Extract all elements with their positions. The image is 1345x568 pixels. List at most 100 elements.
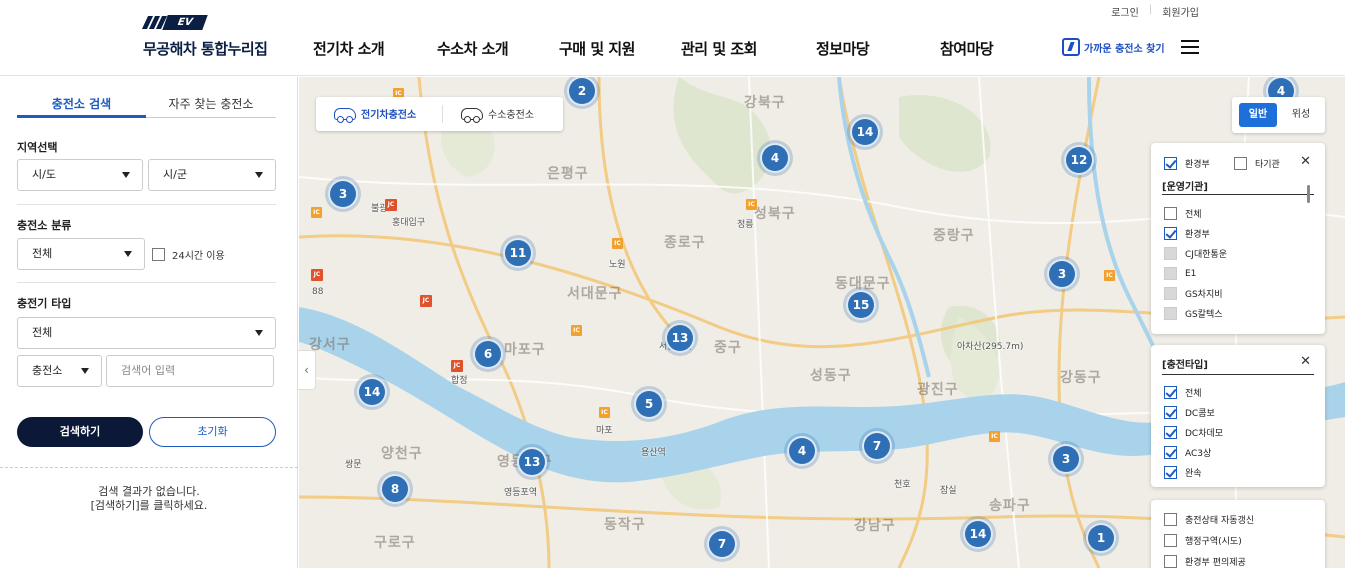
operator-item[interactable]: CJ대한통운 — [1164, 247, 1227, 260]
hamburger-icon[interactable] — [1181, 40, 1199, 54]
charger-type-item[interactable]: AC3상 — [1164, 446, 1211, 459]
checkbox-box[interactable] — [1164, 446, 1177, 459]
option-convenience[interactable]: 환경부 편의제공 — [1164, 555, 1246, 568]
sigun-value: 시/군 — [163, 168, 187, 181]
tab-ev-station-label: 전기차충전소 — [361, 110, 417, 121]
jc-marker: JC — [385, 199, 397, 211]
station-cluster[interactable]: 8 — [380, 474, 410, 504]
option-auto-refresh[interactable]: 충전상태 자동갱신 — [1164, 513, 1254, 526]
checkbox-box[interactable] — [1164, 267, 1177, 280]
station-cluster[interactable]: 13 — [517, 447, 547, 477]
checkbox-box[interactable] — [1164, 287, 1177, 300]
station-cluster[interactable]: 14 — [357, 377, 387, 407]
nearby-station-button[interactable]: 가까운 충전소 찾기 — [1062, 38, 1165, 56]
filter-others[interactable]: 타기관 — [1234, 157, 1280, 170]
station-map[interactable]: 은평구 성북구 종로구 서대문구 중랑구 마포구 동대문구 중구 성동구 광진구… — [299, 77, 1345, 568]
station-cluster[interactable]: 3 — [1047, 259, 1077, 289]
charger-type-item[interactable]: DC콤보 — [1164, 406, 1215, 419]
poi-label: 마포 — [596, 426, 613, 436]
poi-label: 쌍문 — [345, 460, 362, 470]
ic-marker: IC — [1104, 270, 1115, 281]
ic-marker: IC — [989, 431, 1000, 442]
ic-marker: IC — [746, 199, 757, 210]
station-cluster[interactable]: 14 — [963, 519, 993, 549]
operator-item[interactable]: 전체 — [1164, 207, 1202, 220]
close-icon[interactable]: ✕ — [1300, 154, 1311, 169]
tab-station-search[interactable]: 충전소 검색 — [17, 95, 146, 118]
station-cluster[interactable]: 4 — [787, 436, 817, 466]
charger-type-value: 전체 — [32, 326, 53, 339]
tab-ev-station[interactable]: 전기차충전소 — [334, 106, 417, 123]
station-cluster[interactable]: 15 — [846, 290, 876, 320]
checkbox-box[interactable] — [1164, 207, 1177, 220]
charger-type-item-label: 완속 — [1185, 469, 1202, 479]
station-cluster[interactable]: 5 — [634, 389, 664, 419]
map-type-normal[interactable]: 일반 — [1239, 103, 1277, 127]
search-button[interactable]: 검색하기 — [17, 417, 143, 447]
sigun-select[interactable]: 시/군 — [148, 159, 276, 191]
station-cluster[interactable]: 7 — [707, 529, 737, 559]
search-input[interactable]: 검색어 입력 — [106, 355, 274, 387]
jc-marker: JC — [451, 360, 463, 372]
station-cluster[interactable]: 3 — [328, 179, 358, 209]
station-cluster[interactable]: 1 — [1086, 523, 1116, 553]
operator-item[interactable]: 환경부 — [1164, 227, 1210, 240]
map-type-satellite[interactable]: 위성 — [1284, 103, 1318, 127]
nav-info[interactable]: 정보마당 — [816, 38, 870, 59]
nav-purchase[interactable]: 구매 및 지원 — [559, 38, 635, 59]
section-divider — [17, 204, 276, 205]
option-admin-area[interactable]: 행정구역(시도) — [1164, 534, 1242, 547]
login-link[interactable]: 로그인 — [1111, 4, 1139, 19]
nav-h2-intro[interactable]: 수소차 소개 — [437, 38, 509, 59]
poi-label: 잠실 — [940, 486, 957, 496]
charger-type-item[interactable]: 완속 — [1164, 466, 1202, 479]
tab-h2-station[interactable]: 수소충전소 — [461, 106, 534, 123]
checkbox-box[interactable] — [1164, 426, 1177, 439]
checkbox-box[interactable] — [1164, 157, 1177, 170]
charger-type-item[interactable]: DC차데모 — [1164, 426, 1223, 439]
station-cluster[interactable]: 14 — [850, 117, 880, 147]
charging-station-icon — [1062, 38, 1080, 56]
checkbox-box[interactable] — [1164, 555, 1177, 568]
operator-item[interactable]: GS차지비 — [1164, 287, 1223, 300]
station-cluster[interactable]: 6 — [473, 339, 503, 369]
station-cluster[interactable]: 2 — [567, 77, 597, 106]
station-cluster[interactable]: 12 — [1064, 145, 1094, 175]
chevron-left-icon[interactable]: ‹ — [298, 350, 316, 390]
panel-scrollbar[interactable] — [1307, 185, 1310, 203]
station-cluster[interactable]: 4 — [760, 143, 790, 173]
checkbox-box[interactable] — [1164, 513, 1177, 526]
checkbox-box[interactable] — [1164, 227, 1177, 240]
station-cluster[interactable]: 3 — [1051, 444, 1081, 474]
checkbox-box[interactable] — [152, 248, 165, 261]
operator-item[interactable]: E1 — [1164, 267, 1196, 280]
nav-participate[interactable]: 참여마당 — [940, 38, 994, 59]
station-cluster[interactable]: 11 — [503, 238, 533, 268]
sido-select[interactable]: 시/도 — [17, 159, 143, 191]
search-sidebar: 충전소 검색 자주 찾는 충전소 지역선택 시/도 시/군 충전소 분류 전체 … — [0, 77, 298, 568]
checkbox-box[interactable] — [1234, 157, 1247, 170]
nearby-station-label: 가까운 충전소 찾기 — [1084, 43, 1165, 55]
checkbox-box[interactable] — [1164, 406, 1177, 419]
operator-item[interactable]: GS칼텍스 — [1164, 307, 1223, 320]
checkbox-box[interactable] — [1164, 534, 1177, 547]
checkbox-box[interactable] — [1164, 247, 1177, 260]
reset-button[interactable]: 초기화 — [149, 417, 276, 447]
station-cluster[interactable]: 13 — [665, 323, 695, 353]
close-icon[interactable]: ✕ — [1300, 354, 1311, 369]
checkbox-box[interactable] — [1164, 386, 1177, 399]
charger-type-select[interactable]: 전체 — [17, 317, 276, 349]
signup-link[interactable]: 회원가입 — [1162, 4, 1199, 19]
tab-favorite-stations[interactable]: 자주 찾는 충전소 — [146, 95, 276, 112]
checkbox-box[interactable] — [1164, 307, 1177, 320]
charger-type-item[interactable]: 전체 — [1164, 386, 1202, 399]
nav-ev-intro[interactable]: 전기차 소개 — [313, 38, 385, 59]
filter-moe[interactable]: 환경부 — [1164, 157, 1210, 170]
station-cluster[interactable]: 7 — [862, 431, 892, 461]
tab-separator — [442, 105, 443, 123]
category-select[interactable]: 전체 — [17, 238, 145, 270]
checkbox-box[interactable] — [1164, 466, 1177, 479]
open-24h-checkbox[interactable]: 24시간 이용 — [152, 247, 225, 262]
search-scope-select[interactable]: 충전소 — [17, 355, 102, 387]
nav-manage[interactable]: 관리 및 조회 — [681, 38, 757, 59]
